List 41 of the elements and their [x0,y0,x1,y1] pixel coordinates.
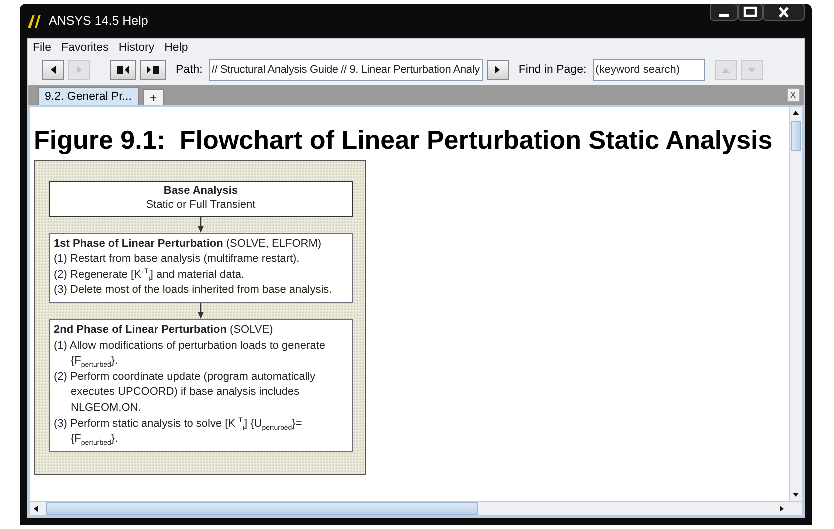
arrow-icon [748,68,756,72]
close-icon[interactable] [763,4,805,21]
arrow-icon [197,302,205,319]
page-arrow-icon [117,66,129,74]
window-title: ANSYS 14.5 Help [49,14,150,28]
prev-topic-button[interactable] [110,60,136,80]
find-label: Find in Page: [518,64,587,76]
menu-item[interactable]: Help [164,42,190,54]
back-button[interactable] [42,60,64,80]
step-text: (2) Regenerate [K $^{T}$$_{i}$] and material data. [54,268,246,284]
step-text: (1) Restart from base analysis (multiframe restart). [54,252,301,268]
close-tab-button[interactable]: x [786,88,800,102]
arrow-icon [76,66,82,74]
tab[interactable]: 9.2. General Pr... [38,87,139,105]
page-arrow-icon [147,66,159,74]
go-button[interactable] [486,60,509,80]
box-note: (SOLVE) [230,324,274,336]
path-field[interactable]: // Structural Analysis Guide // 9. Linear Perturbation Analy [208,59,483,81]
arrow-icon [50,66,56,74]
menu-item[interactable]: Favorites [60,42,110,54]
menu-item[interactable]: History [118,42,156,54]
app-logo-icon [27,14,43,28]
step-text: (3) Perform static analysis to solve [K $^{T}$$_{i}$] {U$_{perturbed}$}={F$_{perturbed}$}. [54,416,304,448]
box-title: 1st Phase of Linear Perturbation [54,238,224,250]
step-text: (3) Delete most of the loads inherited from base analysis. [54,283,334,298]
arrow-icon [495,66,500,74]
menu-item[interactable]: File [32,42,53,54]
search-field[interactable]: (keyword search) [592,59,705,81]
maximize-icon[interactable] [738,4,763,21]
step-text: (1) Allow modifications of perturbation loads to generate {F$_{perturbed}$}. [54,338,326,370]
box-title: 2nd Phase of Linear Perturbation [54,324,227,336]
path-label: Path: [176,64,203,76]
arrow-icon [722,68,730,72]
box-title: Base Analysis [162,185,240,199]
box-subtitle: Static or Full Transient [145,198,257,212]
new-tab-button[interactable]: + [142,89,164,105]
box-note: (SOLVE, ELFORM) [226,238,322,250]
figure-heading: Figure 9.1: Flowchart of Linear Perturbation Static Analysis [34,125,774,156]
minimize-icon[interactable] [710,4,738,21]
next-topic-button[interactable] [140,60,166,80]
step-text: (2) Perform coordinate update (program automatically executes UPCOORD) if base analysis includes NLGEOM,ON. [54,370,317,416]
